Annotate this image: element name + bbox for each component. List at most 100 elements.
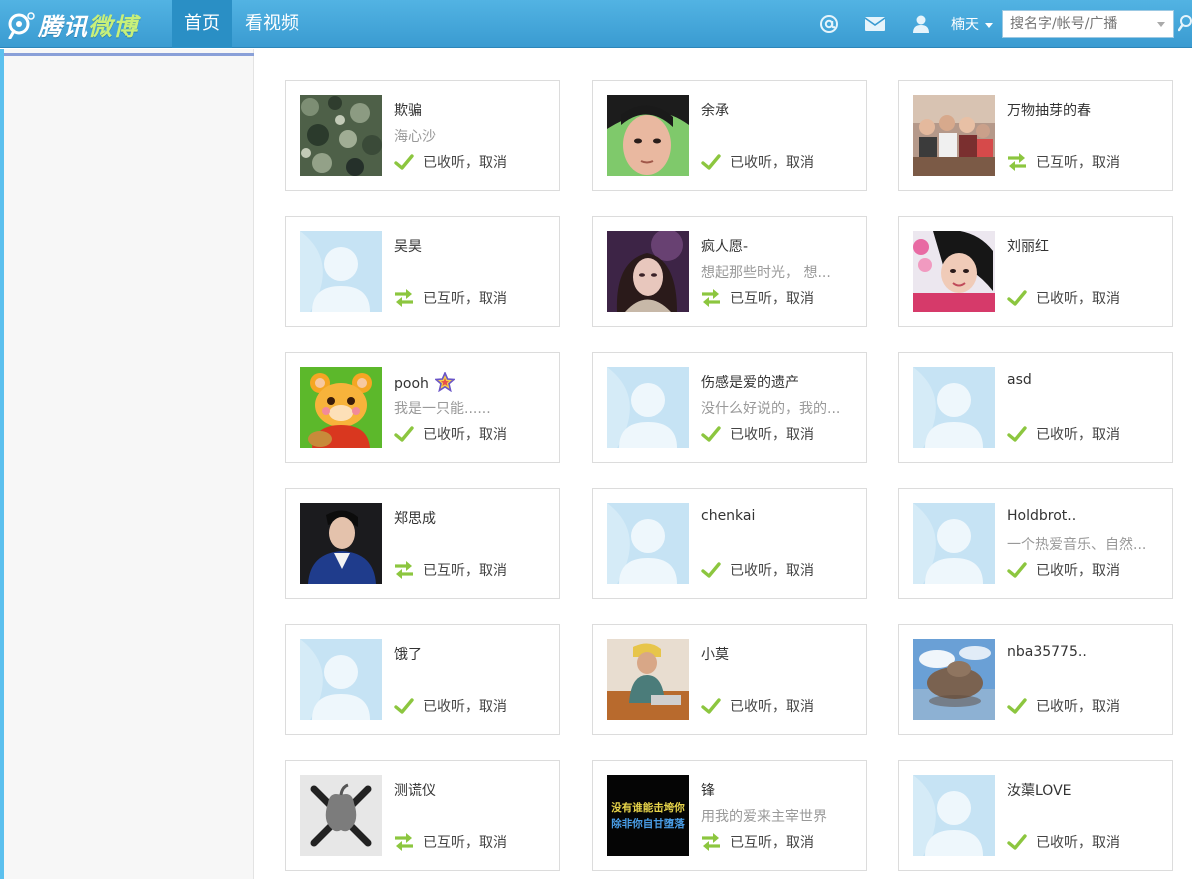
avatar[interactable] xyxy=(913,639,995,720)
user-name: 小莫 xyxy=(701,647,729,663)
search-icon[interactable] xyxy=(1177,14,1192,36)
user-name-link[interactable]: pooh xyxy=(394,370,456,396)
check-icon xyxy=(393,424,415,444)
follow-status[interactable]: 已收听，取消 xyxy=(393,152,507,172)
follow-status-label: 已收听，取消 xyxy=(1036,291,1120,307)
user-name-link[interactable]: 郑思成 xyxy=(394,508,436,528)
follow-status[interactable]: 已收听，取消 xyxy=(1006,832,1120,852)
avatar[interactable]: 没有谁能击垮你 除非你自甘堕落 xyxy=(607,775,689,856)
avatar-text-line: 没有谁能击垮你 xyxy=(611,801,685,814)
follow-status[interactable]: 已互听，取消 xyxy=(393,288,507,308)
avatar[interactable] xyxy=(913,775,995,856)
avatar[interactable] xyxy=(607,367,689,448)
avatar[interactable] xyxy=(300,775,382,856)
logo-text: 腾讯微博 xyxy=(38,12,138,41)
avatar[interactable] xyxy=(607,503,689,584)
star-icon[interactable] xyxy=(433,370,456,396)
follow-status-label: 已收听，取消 xyxy=(423,699,507,715)
user-name-link[interactable]: 刘丽红 xyxy=(1007,236,1049,256)
follow-status[interactable]: 已收听，取消 xyxy=(700,152,814,172)
chevron-down-icon xyxy=(985,22,994,28)
avatar[interactable] xyxy=(300,231,382,312)
follow-status[interactable]: 已收听，取消 xyxy=(1006,560,1120,580)
user-name: Holdbrot.. xyxy=(1007,508,1077,524)
follow-status[interactable]: 已收听，取消 xyxy=(393,424,507,444)
user-name-link[interactable]: 欺骗 xyxy=(394,100,422,120)
logo[interactable]: 腾讯微博 xyxy=(6,8,138,41)
user-name-link[interactable]: 万物抽芽的春 xyxy=(1007,100,1091,120)
user-name-link[interactable]: 疯人愿- xyxy=(701,236,748,256)
avatar[interactable] xyxy=(913,367,995,448)
user-name-link[interactable]: 汝蕖LOVE xyxy=(1007,780,1072,800)
follow-status[interactable]: 已收听，取消 xyxy=(393,696,507,716)
follow-status[interactable]: 已互听，取消 xyxy=(700,832,814,852)
user-name-link[interactable]: Holdbrot.. xyxy=(1007,508,1076,524)
user-card: 欺骗 海心沙 已收听，取消 xyxy=(285,80,560,191)
sidebar-divider xyxy=(4,53,254,56)
user-name: 欺骗 xyxy=(394,103,422,119)
avatar[interactable] xyxy=(913,95,995,176)
user-card: 伤感是爱的遗产 没什么好说的，我的... 已收听，取消 xyxy=(592,352,867,463)
check-icon xyxy=(1006,696,1028,716)
avatar[interactable] xyxy=(300,639,382,720)
avatar[interactable] xyxy=(913,231,995,312)
avatar[interactable] xyxy=(300,95,382,176)
user-card: 饿了已收听，取消 xyxy=(285,624,560,735)
user-name: 汝蕖LOVE xyxy=(1007,783,1072,799)
user-name-link[interactable]: 伤感是爱的遗产 xyxy=(701,372,799,392)
follow-status[interactable]: 已收听，取消 xyxy=(700,424,814,444)
user-card: 测谎仪 已互听，取消 xyxy=(285,760,560,871)
user-name-link[interactable]: chenkai xyxy=(701,508,755,524)
user-name: 郑思成 xyxy=(394,511,436,527)
user-name: 吴昊 xyxy=(394,239,422,255)
avatar[interactable] xyxy=(607,231,689,312)
user-name-link[interactable]: 小莫 xyxy=(701,644,729,664)
follow-status-label: 已收听，取消 xyxy=(423,155,507,171)
avatar[interactable] xyxy=(607,95,689,176)
user-card: 刘丽红已收听，取消 xyxy=(898,216,1173,327)
user-name-link[interactable]: nba35775.. xyxy=(1007,644,1087,660)
check-icon xyxy=(1006,560,1028,580)
user-name: pooh xyxy=(394,376,429,392)
user-name-link[interactable]: 测谎仪 xyxy=(394,780,436,800)
user-menu[interactable]: 楠天 xyxy=(951,14,994,34)
user-card: 疯人愿- 想起那些时光， 想... 已互听，取消 xyxy=(592,216,867,327)
user-name-link[interactable]: 锋 xyxy=(701,780,715,800)
user-bio: 我是一只能...... xyxy=(394,401,491,417)
avatar[interactable] xyxy=(607,639,689,720)
user-card: 万物抽芽的春 已互听，取消 xyxy=(898,80,1173,191)
follow-status-label: 已互听，取消 xyxy=(730,291,814,307)
follow-status[interactable]: 已互听，取消 xyxy=(700,288,814,308)
user-name-link[interactable]: asd xyxy=(1007,372,1032,388)
user-name-link[interactable]: 饿了 xyxy=(394,644,422,664)
follow-status-label: 已收听，取消 xyxy=(1036,563,1120,579)
user-name: 伤感是爱的遗产 xyxy=(701,375,799,391)
avatar[interactable] xyxy=(300,503,382,584)
mail-icon[interactable] xyxy=(864,14,886,34)
check-icon xyxy=(1006,424,1028,444)
follow-status-label: 已收听，取消 xyxy=(730,155,814,171)
user-name: 万物抽芽的春 xyxy=(1007,103,1091,119)
follow-status[interactable]: 已收听，取消 xyxy=(700,696,814,716)
avatar[interactable] xyxy=(300,367,382,448)
user-name-link[interactable]: 余承 xyxy=(701,100,729,120)
follow-status[interactable]: 已互听，取消 xyxy=(393,832,507,852)
search-input[interactable] xyxy=(1003,11,1153,37)
follow-status[interactable]: 已收听，取消 xyxy=(1006,288,1120,308)
user-name: 测谎仪 xyxy=(394,783,436,799)
search-dropdown-icon[interactable] xyxy=(1157,22,1165,27)
follow-status[interactable]: 已收听，取消 xyxy=(1006,696,1120,716)
user-icon[interactable] xyxy=(910,14,932,34)
avatar[interactable] xyxy=(913,503,995,584)
follow-status[interactable]: 已互听，取消 xyxy=(1006,152,1120,172)
follow-status[interactable]: 已互听，取消 xyxy=(393,560,507,580)
nav-tab-video[interactable]: 看视频 xyxy=(233,0,311,48)
user-name-link[interactable]: 吴昊 xyxy=(394,236,422,256)
at-icon[interactable] xyxy=(818,14,840,34)
nav-tab-home[interactable]: 首页 xyxy=(172,0,232,48)
follow-status[interactable]: 已收听，取消 xyxy=(1006,424,1120,444)
follow-status[interactable]: 已收听，取消 xyxy=(700,560,814,580)
search-box xyxy=(1002,10,1174,38)
check-icon xyxy=(1006,832,1028,852)
user-card: 小莫已收听，取消 xyxy=(592,624,867,735)
